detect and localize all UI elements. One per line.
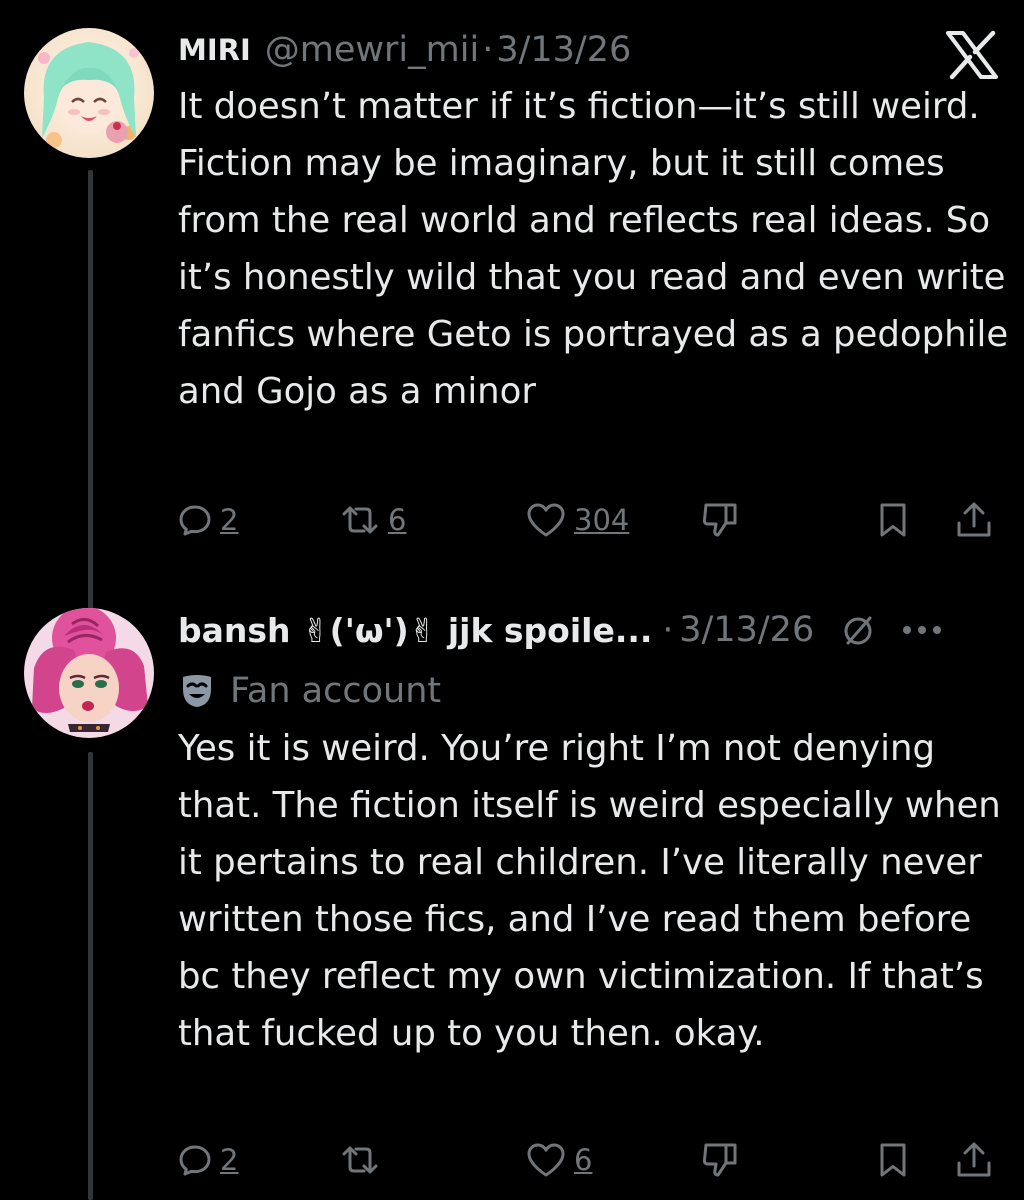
post1-handle[interactable]: @mewri_mii — [265, 30, 479, 70]
thumbs-down-icon — [702, 1143, 737, 1177]
post1-text: It doesn’t matter if it’s fiction—it’s s… — [178, 86, 1009, 412]
post2-like-count[interactable]: 6 — [574, 1143, 592, 1177]
drama-mask-icon — [183, 675, 211, 707]
repost-arrows-icon — [342, 1146, 378, 1174]
post2-text: Yes it is weird. You’re right I’m not de… — [178, 728, 1001, 1054]
heart-icon — [527, 503, 565, 537]
share-upload-icon — [957, 1142, 991, 1177]
post2-header: bansh ✌︎('ω')✌︎ jjk spoile... · 3/13/26 — [178, 602, 1004, 658]
avatar-miri[interactable] — [24, 28, 154, 158]
post2-bookmark-button[interactable] — [878, 1130, 908, 1190]
post1-bookmark-button[interactable] — [878, 490, 908, 550]
avatar-bansh[interactable] — [24, 608, 154, 738]
post2-dislike-button[interactable] — [700, 1130, 740, 1190]
post2-reply-count[interactable]: 2 — [220, 1143, 238, 1177]
post1-reply-button[interactable]: 2 — [178, 490, 238, 550]
avatar-bansh-illustration — [24, 608, 154, 738]
post1-reply-count[interactable]: 2 — [220, 503, 238, 537]
repost-arrows-icon — [342, 506, 378, 534]
thread-line-top — [88, 170, 93, 615]
post1-dislike-button[interactable] — [700, 490, 740, 550]
post1-share-button[interactable] — [956, 490, 992, 550]
heart-icon — [527, 1143, 565, 1177]
post2-action-bar: 2 6 — [178, 1130, 998, 1190]
thread-line-bottom — [88, 752, 93, 1200]
x-logo-icon[interactable] — [944, 30, 1000, 80]
post2-separator: · — [662, 610, 674, 650]
slashed-circle-icon[interactable] — [838, 610, 878, 650]
fan-account-label: Fan account — [178, 665, 441, 717]
bookmark-icon — [880, 1143, 906, 1177]
post1-header: MIRI @mewri_mii · 3/13/26 — [178, 22, 1004, 78]
post2-share-button[interactable] — [956, 1130, 992, 1190]
post2-repost-button[interactable] — [340, 1130, 380, 1190]
post1-like-count[interactable]: 304 — [574, 503, 629, 537]
bookmark-icon — [880, 503, 906, 537]
speech-bubble-icon — [179, 505, 211, 536]
avatar-miri-illustration — [24, 28, 154, 158]
post1-repost-button[interactable]: 6 — [340, 490, 406, 550]
post1-separator: · — [482, 30, 494, 70]
post2-display-name[interactable]: bansh ✌︎('ω')✌︎ jjk spoile... — [178, 611, 652, 650]
post2-date[interactable]: 3/13/26 — [679, 610, 814, 650]
speech-bubble-icon — [179, 1145, 211, 1176]
fan-account-text: Fan account — [230, 671, 442, 711]
more-dots-icon[interactable] — [900, 623, 944, 637]
post2-like-button[interactable]: 6 — [526, 1130, 592, 1190]
post1-date[interactable]: 3/13/26 — [496, 30, 631, 70]
post1-repost-count[interactable]: 6 — [388, 503, 406, 537]
share-upload-icon — [957, 502, 991, 537]
post2-reply-button[interactable]: 2 — [178, 1130, 238, 1190]
thumbs-down-icon — [702, 503, 737, 537]
post1-like-button[interactable]: 304 — [526, 490, 629, 550]
post1-action-bar: 2 6 304 — [178, 490, 998, 550]
post1-display-name[interactable]: MIRI — [178, 33, 251, 67]
